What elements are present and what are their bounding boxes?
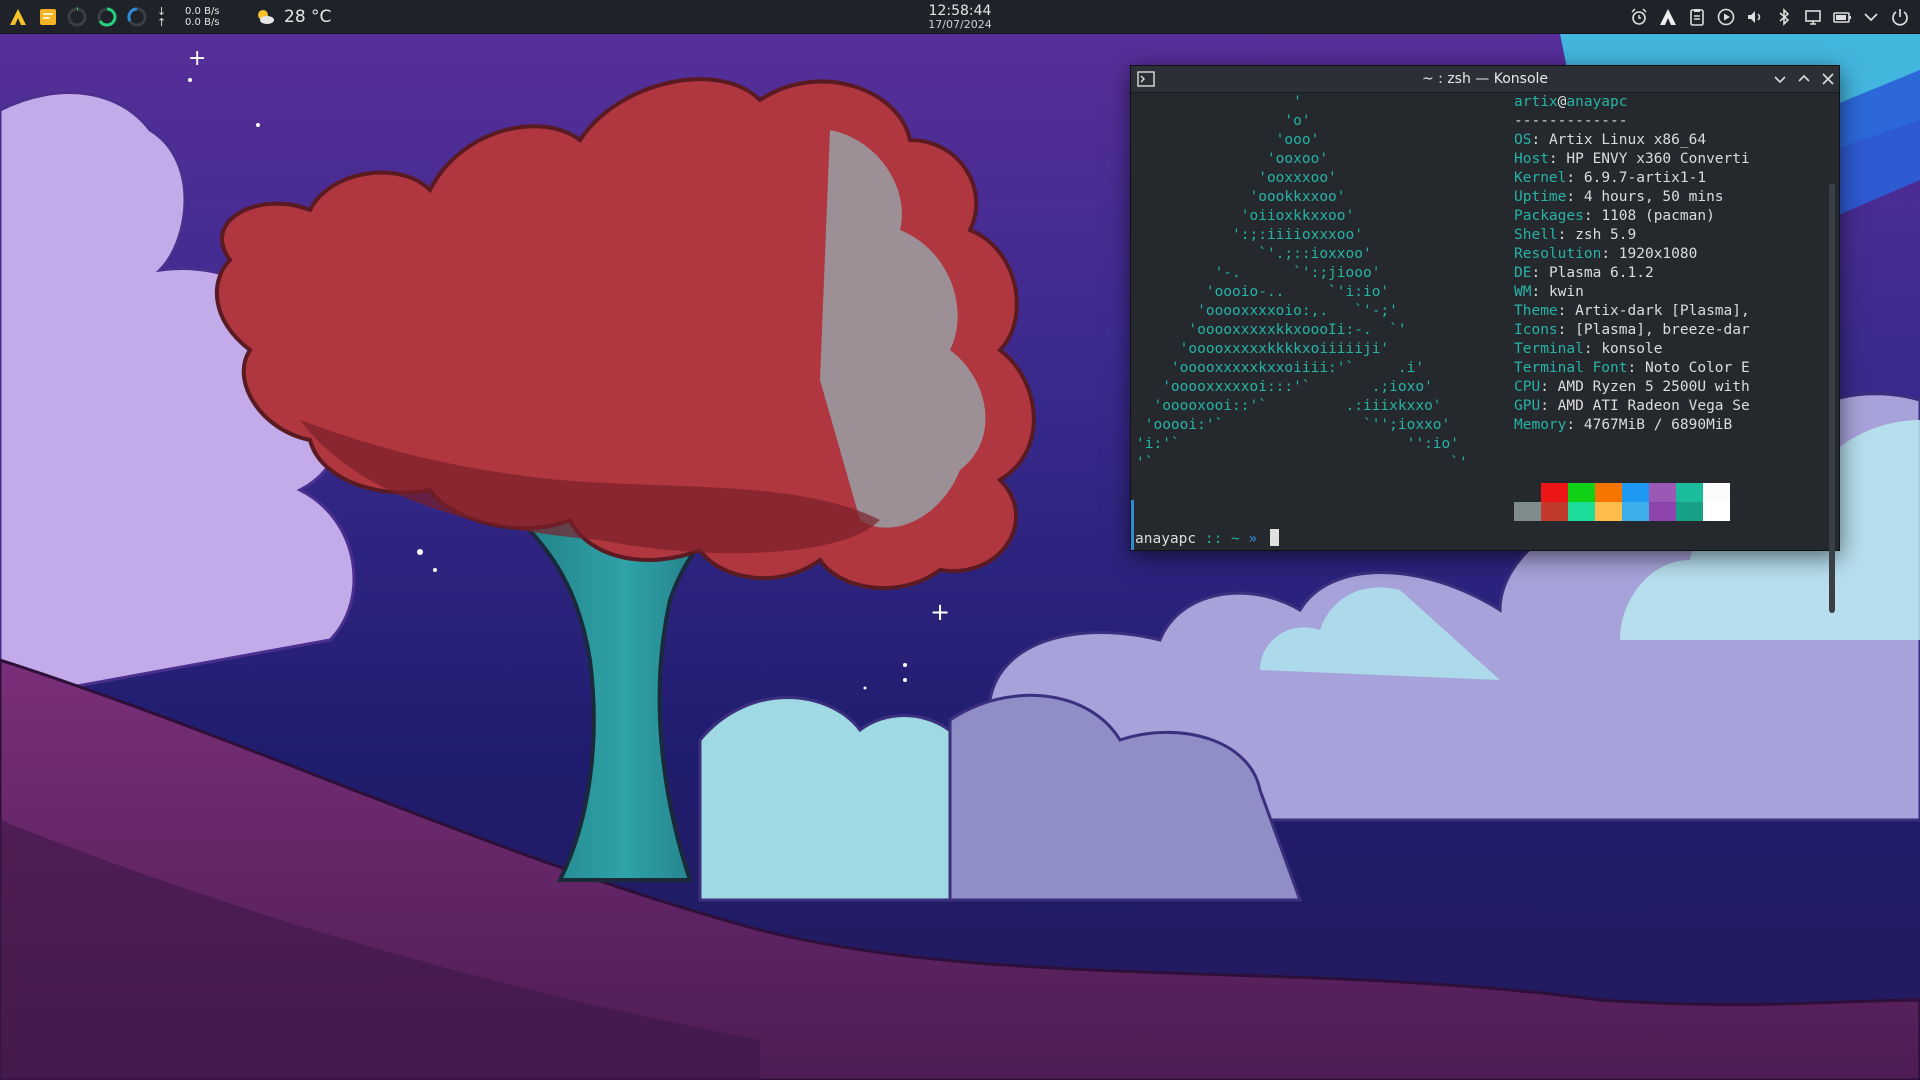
window-title: ~ : zsh — Konsole — [1421, 71, 1549, 87]
swap-monitor-icon[interactable] — [126, 6, 148, 28]
scrollbar[interactable] — [1829, 183, 1835, 613]
prompt-hostname: anayapc — [1135, 531, 1197, 547]
info-cpu: CPU: AMD Ryzen 5 2500U with — [1514, 379, 1750, 395]
color-palette — [1514, 483, 1730, 521]
hostname: anayapc — [1566, 94, 1628, 110]
upload-arrow-icon: ↑ — [157, 16, 167, 29]
info-shell: Shell: zsh 5.9 — [1514, 227, 1637, 243]
weather-widget[interactable]: 28 °C — [254, 0, 331, 34]
konsole-window[interactable]: ~ : zsh — Konsole ' 'o' 'ooo' 'ooxoo' 'o… — [1130, 65, 1840, 613]
system-tray — [1620, 0, 1910, 34]
upload-speed: 0.0 B/s — [185, 17, 220, 28]
color-swatch — [1703, 483, 1730, 502]
color-swatch — [1541, 502, 1568, 521]
color-swatch — [1568, 483, 1595, 502]
svg-text:+: + — [930, 598, 950, 626]
text-cursor — [1269, 529, 1279, 546]
application-launcher[interactable] — [8, 0, 28, 34]
color-swatch — [1649, 483, 1676, 502]
info-gpu: GPU: AMD ATI Radeon Vega Se — [1514, 398, 1750, 414]
color-swatch — [1676, 502, 1703, 521]
input-method-icon[interactable] — [1658, 7, 1678, 27]
memory-monitor[interactable] — [96, 0, 118, 34]
info-resolution: Resolution: 1920x1080 — [1514, 246, 1698, 262]
shell-prompt[interactable]: anayapc :: ~ » — [1135, 529, 1279, 549]
close-button[interactable] — [1819, 70, 1837, 88]
info-terminal-font: Terminal Font: Noto Color E — [1514, 360, 1750, 376]
sticky-notes[interactable] — [38, 0, 58, 34]
info-terminal: Terminal: konsole — [1514, 341, 1663, 357]
color-swatch — [1622, 483, 1649, 502]
clock-date: 17/07/2024 — [928, 18, 992, 31]
color-swatch — [1676, 483, 1703, 502]
download-speed: 0.0 B/s — [185, 6, 220, 17]
user-host-line: artix@anayapc — [1514, 93, 1834, 112]
info-memory: Memory: 4767MiB / 6890MiB — [1514, 417, 1733, 433]
alarm-clock-icon[interactable] — [1629, 7, 1649, 27]
prompt-separator: :: — [1196, 531, 1232, 547]
distro-ascii-logo: ' 'o' 'ooo' 'ooxoo' 'ooxxxoo' 'oookkxxoo… — [1136, 94, 1468, 471]
info-uptime: Uptime: 4 hours, 50 mins — [1514, 189, 1724, 205]
color-swatch — [1568, 502, 1595, 521]
maximize-button[interactable] — [1795, 70, 1813, 88]
info-icons: Icons: [Plasma], breeze-dar — [1514, 322, 1750, 338]
window-titlebar[interactable]: ~ : zsh — Konsole — [1131, 66, 1839, 93]
terminal-view[interactable]: ' 'o' 'ooo' 'ooxoo' 'ooxxxoo' 'oookkxxoo… — [1131, 93, 1839, 613]
swap-monitor[interactable] — [126, 0, 148, 34]
top-panel: ↓ ↑ 0.0 B/s 0.0 B/s 28 °C 12:58:44 17/07… — [0, 0, 1920, 34]
battery-icon[interactable] — [1832, 7, 1852, 27]
clock-widget[interactable]: 12:58:44 17/07/2024 — [928, 3, 991, 31]
info-de: DE: Plasma 6.1.2 — [1514, 265, 1654, 281]
info-kernel: Kernel: 6.9.7-artix1-1 — [1514, 170, 1707, 186]
info-os: OS: Artix Linux x86_64 — [1514, 132, 1707, 148]
info-packages: Packages: 1108 (pacman) — [1514, 208, 1715, 224]
color-swatch — [1514, 502, 1541, 521]
prompt-arrow: » — [1239, 531, 1266, 547]
svg-text:+: + — [188, 46, 206, 71]
separator-line: ------------- — [1514, 113, 1628, 129]
clock-time: 12:58:44 — [928, 3, 992, 19]
color-swatch — [1622, 502, 1649, 521]
bluetooth-icon[interactable] — [1774, 7, 1794, 27]
info-theme: Theme: Artix-dark [Plasma], — [1514, 303, 1750, 319]
network-arrows: ↓ ↑ — [157, 0, 166, 34]
color-swatch — [1649, 502, 1676, 521]
system-info: artix@anayapc ------------- OS: Artix Li… — [1514, 93, 1834, 435]
application-launcher-icon[interactable] — [8, 7, 28, 27]
clipboard-icon[interactable] — [1687, 7, 1707, 27]
username: artix — [1514, 94, 1558, 110]
minimize-button[interactable] — [1771, 70, 1789, 88]
color-swatch — [1595, 483, 1622, 502]
tray-expand-icon[interactable] — [1861, 7, 1881, 27]
power-icon[interactable] — [1890, 7, 1910, 27]
color-swatch — [1595, 502, 1622, 521]
sticky-notes-icon[interactable] — [38, 7, 58, 27]
color-swatch — [1703, 502, 1730, 521]
media-player-icon[interactable] — [1716, 7, 1736, 27]
scroll-marker — [1131, 500, 1134, 550]
weather-temperature: 28 °C — [284, 7, 332, 27]
color-swatch — [1541, 483, 1568, 502]
network-speed[interactable]: 0.0 B/s 0.0 B/s — [185, 0, 220, 34]
terminal-icon[interactable] — [1137, 70, 1155, 88]
weather-icon — [258, 10, 274, 24]
volume-icon[interactable] — [1745, 7, 1765, 27]
display-icon[interactable] — [1803, 7, 1823, 27]
memory-monitor-icon[interactable] — [96, 6, 118, 28]
info-wm: WM: kwin — [1514, 284, 1584, 300]
cpu-monitor[interactable] — [66, 0, 88, 34]
prompt-directory: ~ — [1231, 531, 1240, 547]
cpu-monitor-icon[interactable] — [66, 6, 88, 28]
info-host: Host: HP ENVY x360 Converti — [1514, 151, 1750, 167]
color-swatch — [1514, 483, 1541, 502]
